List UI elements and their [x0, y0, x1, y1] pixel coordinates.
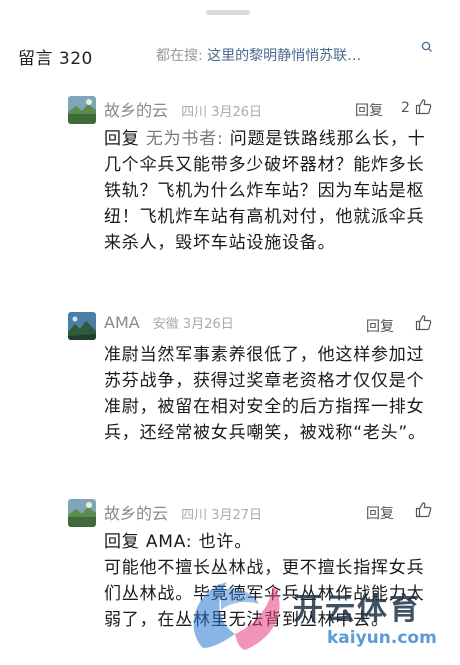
reply-line: 回复 AMA: 也许。 [104, 529, 440, 555]
comment-meta: 故乡的云 四川 3月26日 [104, 97, 262, 121]
trending-search-link[interactable]: 都在搜: 这里的黎明静悄悄苏联… [156, 45, 361, 65]
comment-meta: AMA 安徽 3月26日 [104, 313, 234, 332]
comment-author[interactable]: 故乡的云 [104, 101, 168, 120]
reply-prefix: 回复 [104, 532, 140, 552]
reply-short-text: 也许。 [198, 532, 253, 552]
search-prefix: 都在搜: [156, 48, 203, 64]
comment-body: 可能他不擅长丛林战，更不擅长指挥女兵们丛林战。毕竟德军伞兵丛林作战能力太弱了，在… [104, 558, 425, 630]
comment-location-date: 安徽 3月26日 [152, 317, 234, 332]
thumbs-up-icon[interactable] [415, 314, 432, 331]
reply-mention[interactable]: 无为书者: [146, 129, 224, 149]
comment-location-date: 四川 3月26日 [181, 105, 263, 120]
drag-handle[interactable] [206, 10, 250, 15]
comment-text: 回复 AMA: 也许。 可能他不擅长丛林战，更不擅长指挥女兵们丛林战。毕竟德军伞… [104, 529, 440, 633]
comments-count-title: 留言 320 [18, 49, 93, 69]
comment-meta: 故乡的云 四川 3月27日 [104, 500, 262, 524]
like-count: 2 [401, 100, 410, 116]
reply-mention[interactable]: AMA: [146, 532, 193, 552]
reply-prefix: 回复 [104, 129, 140, 149]
reply-button[interactable]: 回复 [366, 503, 394, 523]
comment-text: 回复 无为书者: 问题是铁路线那么长，十几个伞兵又能带多少破坏器材？能炸多长铁轨… [104, 126, 440, 256]
comment-text: 准尉当然军事素养很低了，他这样参加过苏芬战争，获得过奖章老资格才仅仅是个准尉，被… [104, 342, 440, 446]
reply-button[interactable]: 回复 [355, 100, 383, 120]
reply-button[interactable]: 回复 [366, 316, 394, 336]
comment-body: 准尉当然军事素养很低了，他这样参加过苏芬战争，获得过奖章老资格才仅仅是个准尉，被… [104, 345, 426, 443]
search-icon[interactable] [420, 40, 434, 54]
comment-location-date: 四川 3月27日 [181, 508, 263, 523]
avatar[interactable] [68, 312, 96, 340]
search-query: 这里的黎明静悄悄苏联… [207, 48, 362, 64]
comment-author[interactable]: AMA [104, 313, 140, 332]
comment-author[interactable]: 故乡的云 [104, 504, 168, 523]
thumbs-up-icon[interactable] [415, 501, 432, 518]
comments-header: 留言 320 都在搜: 这里的黎明静悄悄苏联… [0, 34, 460, 74]
avatar[interactable] [68, 499, 96, 527]
thumbs-up-icon[interactable] [415, 98, 432, 115]
avatar[interactable] [68, 96, 96, 124]
